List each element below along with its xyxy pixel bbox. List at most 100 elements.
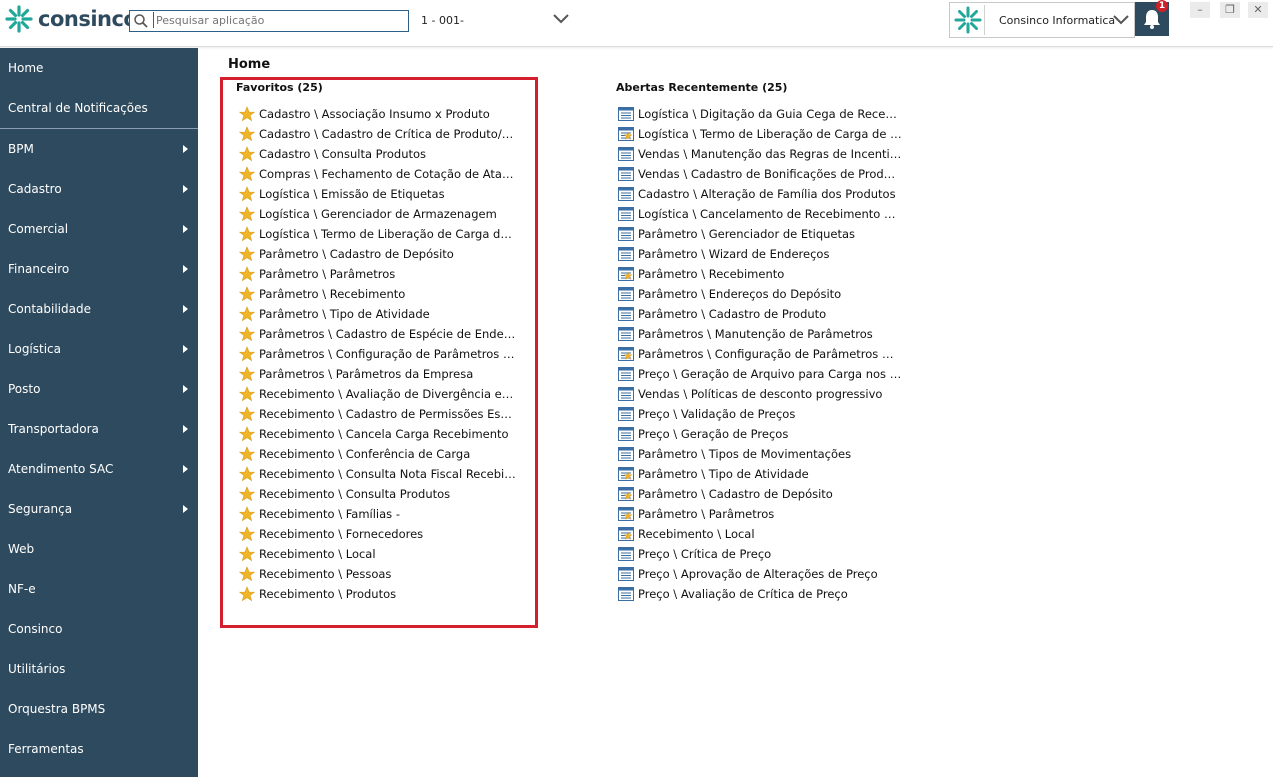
sidebar-item-orquestra-bpms[interactable]: Orquestra BPMS	[0, 689, 198, 729]
favorite-item[interactable]: Cadastro \ Cadastro de Crítica de Produt…	[238, 124, 518, 144]
sidebar-item-nf-e[interactable]: NF-e	[0, 569, 198, 609]
favorite-item[interactable]: Recebimento \ Fornecedores	[238, 524, 518, 544]
favorite-item[interactable]: Cadastro \ Consulta Produtos	[238, 144, 518, 164]
favorite-item[interactable]: Recebimento \ Consulta Produtos	[238, 484, 518, 504]
sidebar-item-web[interactable]: Web	[0, 529, 198, 569]
recent-item[interactable]: Parâmetro \ Recebimento	[617, 264, 902, 284]
minimize-button[interactable]: –	[1190, 2, 1210, 18]
favorite-item-label: Parâmetros \ Configuração de Parâmetros …	[259, 347, 518, 361]
star-icon	[238, 426, 256, 442]
favorite-item[interactable]: Logística \ Termo de Liberação de Carga …	[238, 224, 518, 244]
restore-button[interactable]: ❐	[1220, 2, 1240, 18]
recent-item-label: Preço \ Geração de Preços	[638, 427, 789, 441]
favorite-item[interactable]: Recebimento \ Cadastro de Permissões Esp…	[238, 404, 518, 424]
chevron-down-icon[interactable]	[1112, 13, 1130, 27]
recent-item[interactable]: Preço \ Geração de Preços	[617, 424, 902, 444]
recent-item[interactable]: Parâmetro \ Cadastro de Depósito	[617, 484, 902, 504]
favorite-item[interactable]: Recebimento \ Local	[238, 544, 518, 564]
recent-item[interactable]: Logística \ Cancelamento de Recebimento …	[617, 204, 902, 224]
recent-item[interactable]: Parâmetros \ Configuração de Parâmetros …	[617, 344, 902, 364]
sidebar-item-home[interactable]: Home	[0, 48, 198, 88]
recent-item[interactable]: Parâmetro \ Parâmetros	[617, 504, 902, 524]
window-icon	[617, 386, 635, 402]
recent-item[interactable]: Preço \ Avaliação de Crítica de Preço	[617, 584, 902, 604]
sidebar-item-financeiro[interactable]: Financeiro	[0, 249, 198, 289]
sidebar-item-bpm[interactable]: BPM	[0, 129, 198, 169]
recent-item[interactable]: Parâmetro \ Wizard de Endereços	[617, 244, 902, 264]
recent-item[interactable]: Logística \ Digitação da Guia Cega de Re…	[617, 104, 902, 124]
sidebar-item-ferramentas[interactable]: Ferramentas	[0, 729, 198, 769]
sidebar-item-cadastro[interactable]: Cadastro	[0, 169, 198, 209]
sidebar-item-segurança[interactable]: Segurança	[0, 489, 198, 529]
sidebar-item-utilitários[interactable]: Utilitários	[0, 649, 198, 689]
recent-item[interactable]: Preço \ Crítica de Preço	[617, 544, 902, 564]
close-button[interactable]: ✕	[1248, 2, 1268, 18]
recent-item-label: Vendas \ Manutenção das Regras de Incent…	[638, 147, 902, 161]
favorites-list: Cadastro \ Associação Insumo x Produto Ca…	[238, 104, 518, 604]
star-icon	[238, 186, 256, 202]
sidebar-item-consinco[interactable]: Consinco	[0, 609, 198, 649]
favorite-item[interactable]: Recebimento \ Pessoas	[238, 564, 518, 584]
favorite-item-label: Parâmetros \ Cadastro de Espécie de Ende…	[259, 327, 518, 341]
user-selector[interactable]: Consinco Informatica	[949, 2, 1135, 38]
recent-item[interactable]: Parâmetro \ Tipos de Movimentações	[617, 444, 902, 464]
recent-item[interactable]: Preço \ Geração de Arquivo para Carga no…	[617, 364, 902, 384]
favorite-item[interactable]: Parâmetros \ Configuração de Parâmetros …	[238, 344, 518, 364]
favorite-item[interactable]: Logística \ Emissão de Etiquetas	[238, 184, 518, 204]
favorite-item[interactable]: Recebimento \ Famílias -	[238, 504, 518, 524]
recent-item[interactable]: Cadastro \ Alteração de Família dos Prod…	[617, 184, 902, 204]
recent-item-label: Parâmetro \ Endereços do Depósito	[638, 287, 842, 301]
recent-item[interactable]: Vendas \ Cadastro de Bonificações de Pro…	[617, 164, 902, 184]
star-icon	[238, 486, 256, 502]
recent-item[interactable]: Preço \ Aprovação de Alterações de Preço	[617, 564, 902, 584]
recent-item[interactable]: Recebimento \ Local	[617, 524, 902, 544]
recent-item[interactable]: Logística \ Termo de Liberação de Carga …	[617, 124, 902, 144]
recent-item[interactable]: Parâmetro \ Cadastro de Produto	[617, 304, 902, 324]
sidebar-item-label: Atendimento SAC	[8, 462, 114, 476]
chevron-down-icon[interactable]	[552, 12, 570, 26]
favorite-item[interactable]: Parâmetro \ Cadastro de Depósito	[238, 244, 518, 264]
favorite-item[interactable]: Recebimento \ Avaliação de Divergência e…	[238, 384, 518, 404]
favorite-item[interactable]: Parâmetros \ Parâmetros da Empresa	[238, 364, 518, 384]
favorite-item[interactable]: Recebimento \ Cancela Carga Recebimento	[238, 424, 518, 444]
star-icon	[238, 246, 256, 262]
recent-item[interactable]: Vendas \ Políticas de desconto progressi…	[617, 384, 902, 404]
favorite-item[interactable]: Parâmetro \ Parâmetros	[238, 264, 518, 284]
star-icon	[238, 106, 256, 122]
star-icon	[238, 406, 256, 422]
recent-item[interactable]: Parâmetro \ Tipo de Atividade	[617, 464, 902, 484]
search-input[interactable]	[153, 12, 406, 28]
recent-item[interactable]: Preço \ Validação de Preços	[617, 404, 902, 424]
recent-item[interactable]: Parâmetro \ Gerenciador de Etiquetas	[617, 224, 902, 244]
window-star-icon	[617, 466, 635, 482]
sidebar-item-central-de-notificações[interactable]: Central de Notificações	[0, 88, 198, 128]
favorite-item[interactable]: Cadastro \ Associação Insumo x Produto	[238, 104, 518, 124]
sidebar-item-contabilidade[interactable]: Contabilidade	[0, 289, 198, 329]
sidebar-item-label: Cadastro	[8, 182, 62, 196]
recent-item[interactable]: Vendas \ Manutenção das Regras de Incent…	[617, 144, 902, 164]
star-icon	[238, 286, 256, 302]
favorite-item[interactable]: Compras \ Fechamento de Cotação de Ataca…	[238, 164, 518, 184]
favorite-item[interactable]: Parâmetro \ Recebimento	[238, 284, 518, 304]
favorite-item[interactable]: Parâmetros \ Cadastro de Espécie de Ende…	[238, 324, 518, 344]
favorite-item[interactable]: Recebimento \ Produtos	[238, 584, 518, 604]
sidebar-item-transportadora[interactable]: Transportadora	[0, 409, 198, 449]
favorite-item[interactable]: Recebimento \ Conferência de Carga	[238, 444, 518, 464]
search-box[interactable]	[129, 10, 409, 32]
sidebar-item-atendimento-sac[interactable]: Atendimento SAC	[0, 449, 198, 489]
recent-item[interactable]: Parâmetro \ Endereços do Depósito	[617, 284, 902, 304]
favorite-item[interactable]: Recebimento \ Consulta Nota Fiscal Receb…	[238, 464, 518, 484]
logo-text: consinco	[38, 7, 138, 31]
star-icon	[238, 326, 256, 342]
sidebar-item-posto[interactable]: Posto	[0, 369, 198, 409]
sidebar-item-logística[interactable]: Logística	[0, 329, 198, 369]
sidebar-item-comercial[interactable]: Comercial	[0, 209, 198, 249]
favorite-item-label: Recebimento \ Cancela Carga Recebimento	[259, 427, 509, 441]
window-icon	[617, 246, 635, 262]
window-icon	[617, 546, 635, 562]
favorite-item[interactable]: Parâmetro \ Tipo de Atividade	[238, 304, 518, 324]
favorite-item[interactable]: Logística \ Gerenciador de Armazenagem	[238, 204, 518, 224]
recent-item[interactable]: Parâmetros \ Manutenção de Parâmetros	[617, 324, 902, 344]
consinco-logo-icon	[5, 5, 33, 33]
app-logo[interactable]: consinco	[4, 4, 138, 34]
